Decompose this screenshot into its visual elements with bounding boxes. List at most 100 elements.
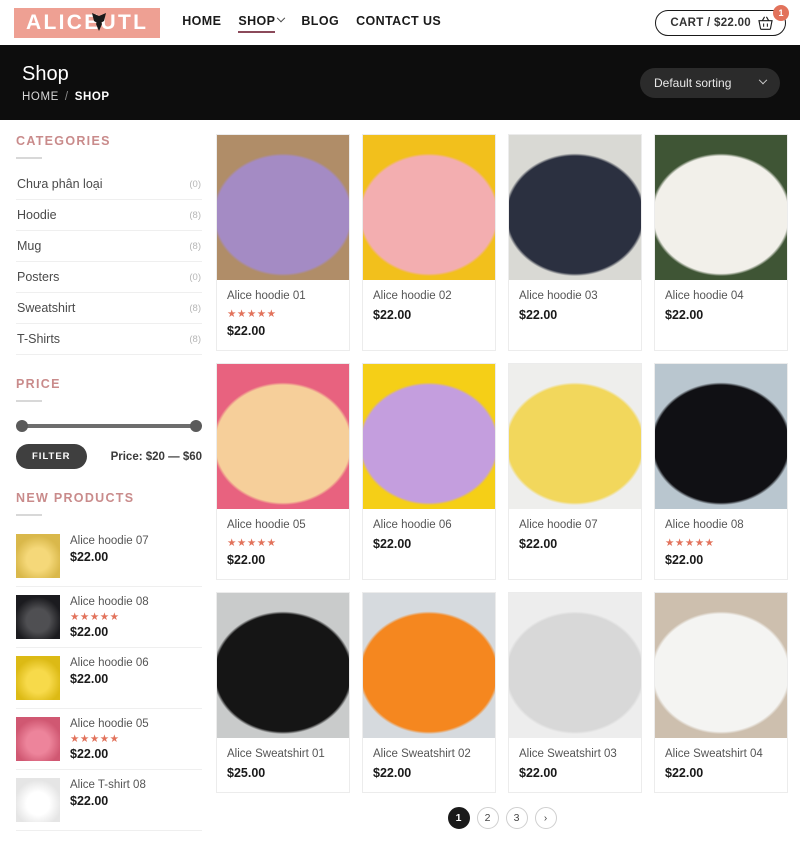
product-info: Alice hoodie 06 $22.00 — [70, 656, 149, 686]
category-count: (8) — [189, 333, 201, 345]
product-rating-stars: ★★★★★ — [70, 611, 120, 623]
product-thumbnail — [16, 717, 60, 761]
nav-item-shop[interactable]: SHOP — [238, 13, 286, 33]
filter-button[interactable]: FILTER — [16, 444, 87, 469]
product-image[interactable] — [655, 135, 787, 280]
product-image[interactable] — [509, 135, 641, 280]
product-card-body: Alice Sweatshirt 01 $25.00 — [217, 738, 349, 792]
category-count: (0) — [189, 271, 201, 283]
breadcrumb: HOME / SHOP — [22, 91, 110, 103]
price-slider-track[interactable] — [16, 420, 202, 432]
product-price: $22.00 — [70, 747, 109, 761]
product-card[interactable]: Alice Sweatshirt 04 $22.00 — [654, 592, 788, 793]
product-card[interactable]: Alice hoodie 01 ★★★★★ $22.00 — [216, 134, 350, 351]
product-name: Alice hoodie 05 — [70, 718, 149, 730]
category-name: Mug — [17, 239, 42, 253]
new-product-item[interactable]: Alice hoodie 07 $22.00 — [16, 526, 202, 587]
product-card[interactable]: Alice hoodie 02 $22.00 — [362, 134, 496, 351]
pagination: 1 2 3 › — [216, 807, 788, 835]
product-image[interactable] — [509, 364, 641, 509]
product-price: $22.00 — [70, 794, 109, 808]
main-menu: HOME SHOP BLOG CONTACT US — [182, 13, 441, 33]
product-name: Alice hoodie 01 — [227, 290, 306, 302]
site-logo[interactable]: ALICE UTL — [14, 7, 161, 38]
product-card[interactable]: Alice hoodie 04 $22.00 — [654, 134, 788, 351]
category-name: T-Shirts — [17, 332, 61, 346]
product-card[interactable]: Alice hoodie 07 $22.00 — [508, 363, 642, 580]
pagination-page-1[interactable]: 1 — [447, 807, 470, 829]
product-thumbnail — [16, 656, 60, 700]
product-card[interactable]: Alice hoodie 06 $22.00 — [362, 363, 496, 580]
product-card[interactable]: Alice Sweatshirt 02 $22.00 — [362, 592, 496, 793]
product-name: Alice hoodie 04 — [665, 290, 744, 302]
product-image[interactable] — [655, 593, 787, 738]
category-count: (8) — [189, 302, 201, 314]
product-card-body: Alice Sweatshirt 04 $22.00 — [655, 738, 787, 792]
product-card[interactable]: Alice hoodie 08 ★★★★★ $22.00 — [654, 363, 788, 580]
product-card[interactable]: Alice hoodie 03 $22.00 — [508, 134, 642, 351]
product-image[interactable] — [509, 593, 641, 738]
category-item[interactable]: Chưa phân loại (0) — [16, 169, 202, 200]
new-products-widget: NEW PRODUCTS Alice hoodie 07 $22.00 Alice … — [16, 491, 202, 831]
sidebar: CATEGORIES Chưa phân loại (0) Hoodie (8) Mug… — [16, 134, 202, 853]
product-price: $22.00 — [70, 550, 109, 564]
pagination-next-icon[interactable]: › — [534, 807, 557, 829]
product-price: $22.00 — [373, 766, 412, 780]
product-name: Alice hoodie 08 — [665, 519, 744, 531]
product-card-body: Alice hoodie 02 $22.00 — [363, 280, 495, 334]
nav-item-contact-us[interactable]: CONTACT US — [356, 14, 441, 32]
sorting-dropdown[interactable]: Default sorting — [640, 67, 780, 98]
product-name: Alice Sweatshirt 03 — [519, 748, 617, 760]
product-card-body: Alice hoodie 06 $22.00 — [363, 509, 495, 563]
pagination-page-3[interactable]: 3 — [505, 807, 528, 829]
price-range-slider[interactable] — [16, 412, 202, 432]
product-card[interactable]: Alice Sweatshirt 01 $25.00 — [216, 592, 350, 793]
product-card[interactable]: Alice hoodie 05 ★★★★★ $22.00 — [216, 363, 350, 580]
new-product-item[interactable]: Alice hoodie 06 $22.00 — [16, 648, 202, 709]
product-thumbnail — [16, 778, 60, 822]
cart-widget[interactable]: CART / $22.00 1 — [655, 4, 789, 36]
product-card-body: Alice hoodie 05 ★★★★★ $22.00 — [217, 509, 349, 579]
category-item[interactable]: Sweatshirt (8) — [16, 293, 202, 324]
new-product-item[interactable]: Alice hoodie 08 ★★★★★ $22.00 — [16, 587, 202, 648]
shopping-basket-icon — [758, 16, 773, 30]
product-card[interactable]: Alice Sweatshirt 03 $22.00 — [508, 592, 642, 793]
new-product-item[interactable]: Alice T-shirt 08 $22.00 — [16, 770, 202, 831]
nav-label-shop: SHOP — [238, 13, 276, 28]
category-count: (8) — [189, 209, 201, 221]
product-price: $22.00 — [227, 553, 266, 567]
category-name: Posters — [17, 270, 60, 284]
product-image[interactable] — [217, 135, 349, 280]
category-count: (8) — [189, 240, 201, 252]
price-slider-handle-max[interactable] — [190, 420, 202, 432]
product-card-body: Alice Sweatshirt 03 $22.00 — [509, 738, 641, 792]
category-item[interactable]: Hoodie (8) — [16, 200, 202, 231]
category-list: Chưa phân loại (0) Hoodie (8) Mug (8) Posters (… — [16, 169, 202, 355]
product-image[interactable] — [363, 135, 495, 280]
breadcrumb-home[interactable]: HOME — [22, 91, 59, 103]
product-image[interactable] — [655, 364, 787, 509]
new-product-item[interactable]: Alice hoodie 05 ★★★★★ $22.00 — [16, 709, 202, 770]
product-price: $22.00 — [373, 537, 412, 551]
sorting-selected-value: Default sorting — [654, 75, 732, 90]
nav-label-contact-us: CONTACT US — [356, 13, 442, 28]
price-widget-title: PRICE — [16, 377, 61, 391]
cart-item-count-badge: 1 — [773, 4, 789, 21]
product-price: $22.00 — [665, 308, 704, 322]
nav-item-blog[interactable]: BLOG — [301, 14, 339, 32]
category-item[interactable]: Posters (0) — [16, 262, 202, 293]
product-image[interactable] — [217, 364, 349, 509]
page-header-text-group: Shop HOME / SHOP — [20, 63, 110, 103]
widget-divider — [16, 400, 42, 402]
category-item[interactable]: T-Shirts (8) — [16, 324, 202, 355]
price-slider-handle-min[interactable] — [16, 420, 28, 432]
product-image[interactable] — [363, 364, 495, 509]
category-item[interactable]: Mug (8) — [16, 231, 202, 262]
nav-item-home[interactable]: HOME — [182, 14, 221, 32]
product-rating-stars: ★★★★★ — [665, 537, 715, 549]
product-image[interactable] — [217, 593, 349, 738]
cart-button[interactable]: CART / $22.00 — [655, 9, 786, 36]
product-price: $22.00 — [665, 766, 704, 780]
pagination-page-2[interactable]: 2 — [476, 807, 499, 829]
product-image[interactable] — [363, 593, 495, 738]
